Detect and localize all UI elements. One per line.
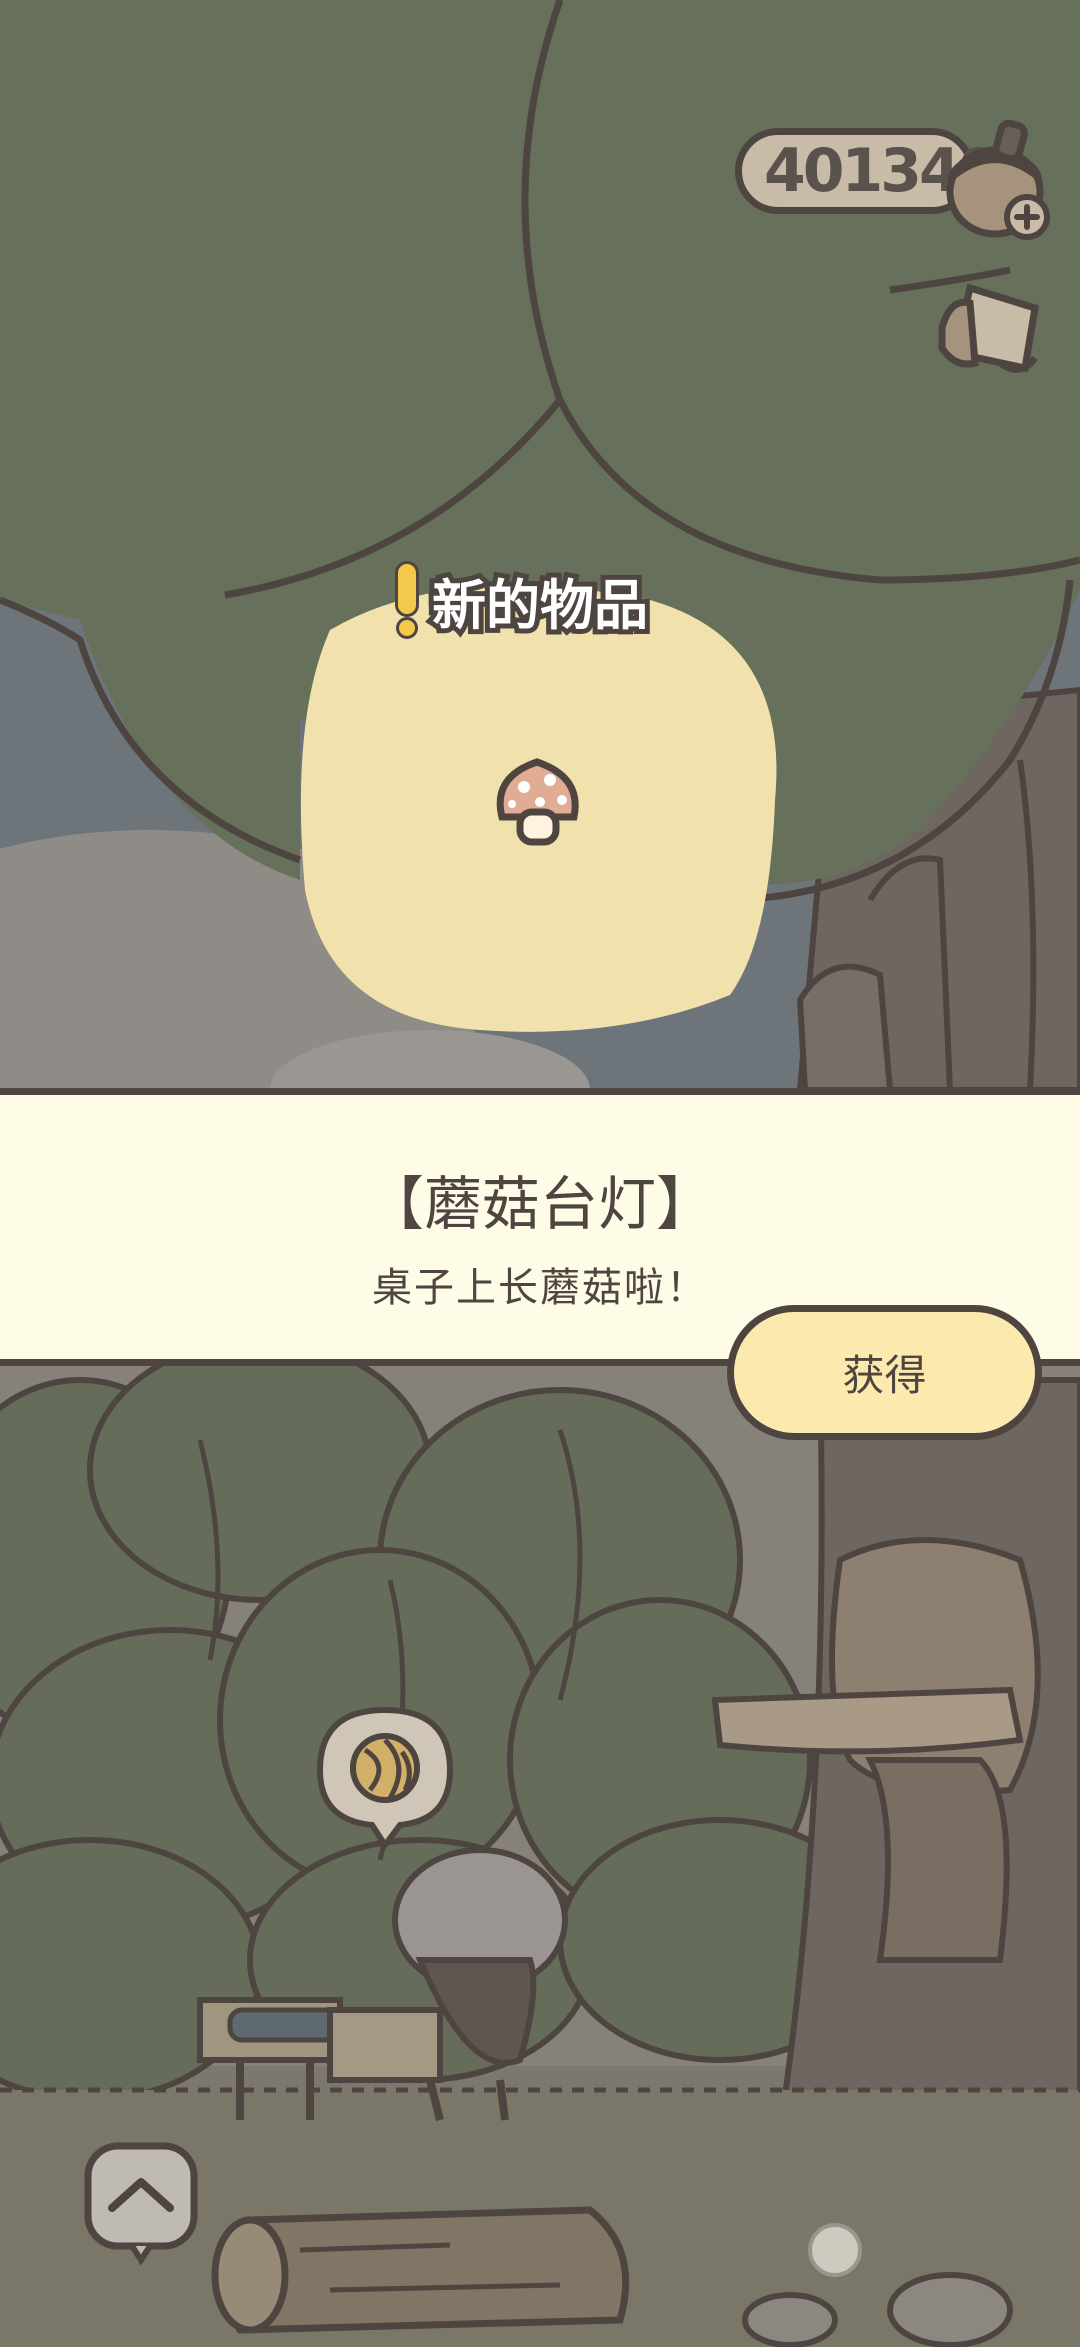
new-item-label: 新的物品 xyxy=(390,560,653,642)
exclamation-icon xyxy=(395,561,419,639)
yarn-ball-icon xyxy=(316,1706,454,1850)
chevron-up-icon[interactable] xyxy=(82,2140,200,2265)
plus-icon[interactable] xyxy=(1002,192,1052,242)
mushroom-icon xyxy=(496,758,579,846)
new-item-text: 新的物品 xyxy=(427,569,653,642)
item-name: 【蘑菇台灯】 xyxy=(365,1170,714,1238)
mail-icon[interactable] xyxy=(930,268,1060,388)
acorn-counter: 401340 xyxy=(735,128,999,214)
obtain-button[interactable]: 获得 xyxy=(727,1305,1042,1440)
